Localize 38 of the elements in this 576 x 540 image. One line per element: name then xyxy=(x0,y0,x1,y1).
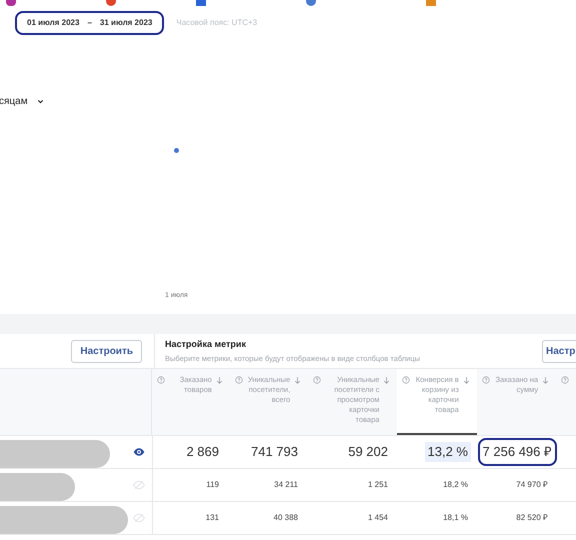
bookmark-icon[interactable] xyxy=(106,0,116,6)
table-cell-text: 741 793 xyxy=(250,443,299,462)
data-point xyxy=(174,148,179,153)
table-cell-text: 1 251 xyxy=(366,479,389,491)
help-icon[interactable] xyxy=(234,376,243,384)
table-cell-text: 34 211 xyxy=(273,479,299,491)
sort-arrow-icon[interactable] xyxy=(382,376,392,385)
table-cell-text: 74 970 ₽ xyxy=(515,479,549,491)
table-cell-text: 1 454 xyxy=(366,512,389,524)
help-icon[interactable] xyxy=(402,376,410,384)
eye-off-icon[interactable] xyxy=(133,479,145,491)
table-cell: 13,2 % xyxy=(424,442,471,462)
sort-arrow-icon[interactable] xyxy=(541,376,550,385)
table-cell-text: 82 520 ₽ xyxy=(515,512,549,524)
sort-arrow-icon[interactable] xyxy=(293,376,302,385)
help-icon[interactable] xyxy=(482,376,490,384)
timezone-label: Часовой пояс: UTC+3 xyxy=(176,17,258,29)
bookmark-icon[interactable] xyxy=(6,0,16,6)
table-cell-text: 119 xyxy=(205,479,220,491)
table-cell-text: 2 869 xyxy=(185,443,220,462)
help-icon[interactable] xyxy=(156,376,165,384)
table-cell-text: 131 xyxy=(204,512,220,524)
help-icon[interactable] xyxy=(561,376,570,384)
table-cell-text: 59 202 xyxy=(347,443,389,462)
table-cell-text: 18,1 % xyxy=(442,512,469,524)
sort-arrow-icon[interactable] xyxy=(214,376,224,385)
table-cell: 7 256 496 ₽ xyxy=(478,438,557,466)
bookmark-icon[interactable] xyxy=(306,0,316,6)
configure-button[interactable]: Настр xyxy=(542,340,576,362)
section-title: Настройка метрик xyxy=(165,338,247,351)
eye-off-icon[interactable] xyxy=(133,512,145,524)
eye-icon[interactable] xyxy=(133,446,145,458)
sort-arrow-icon[interactable] xyxy=(462,376,471,385)
table-cell-text: 40 388 xyxy=(272,512,299,524)
table-cell-text: 18,2 % xyxy=(442,479,469,491)
help-icon[interactable] xyxy=(313,376,322,384)
date-range-field[interactable]: 01 июля 2023 – 31 июля 2023 xyxy=(15,11,164,35)
configure-button[interactable]: Настроить xyxy=(71,340,142,362)
